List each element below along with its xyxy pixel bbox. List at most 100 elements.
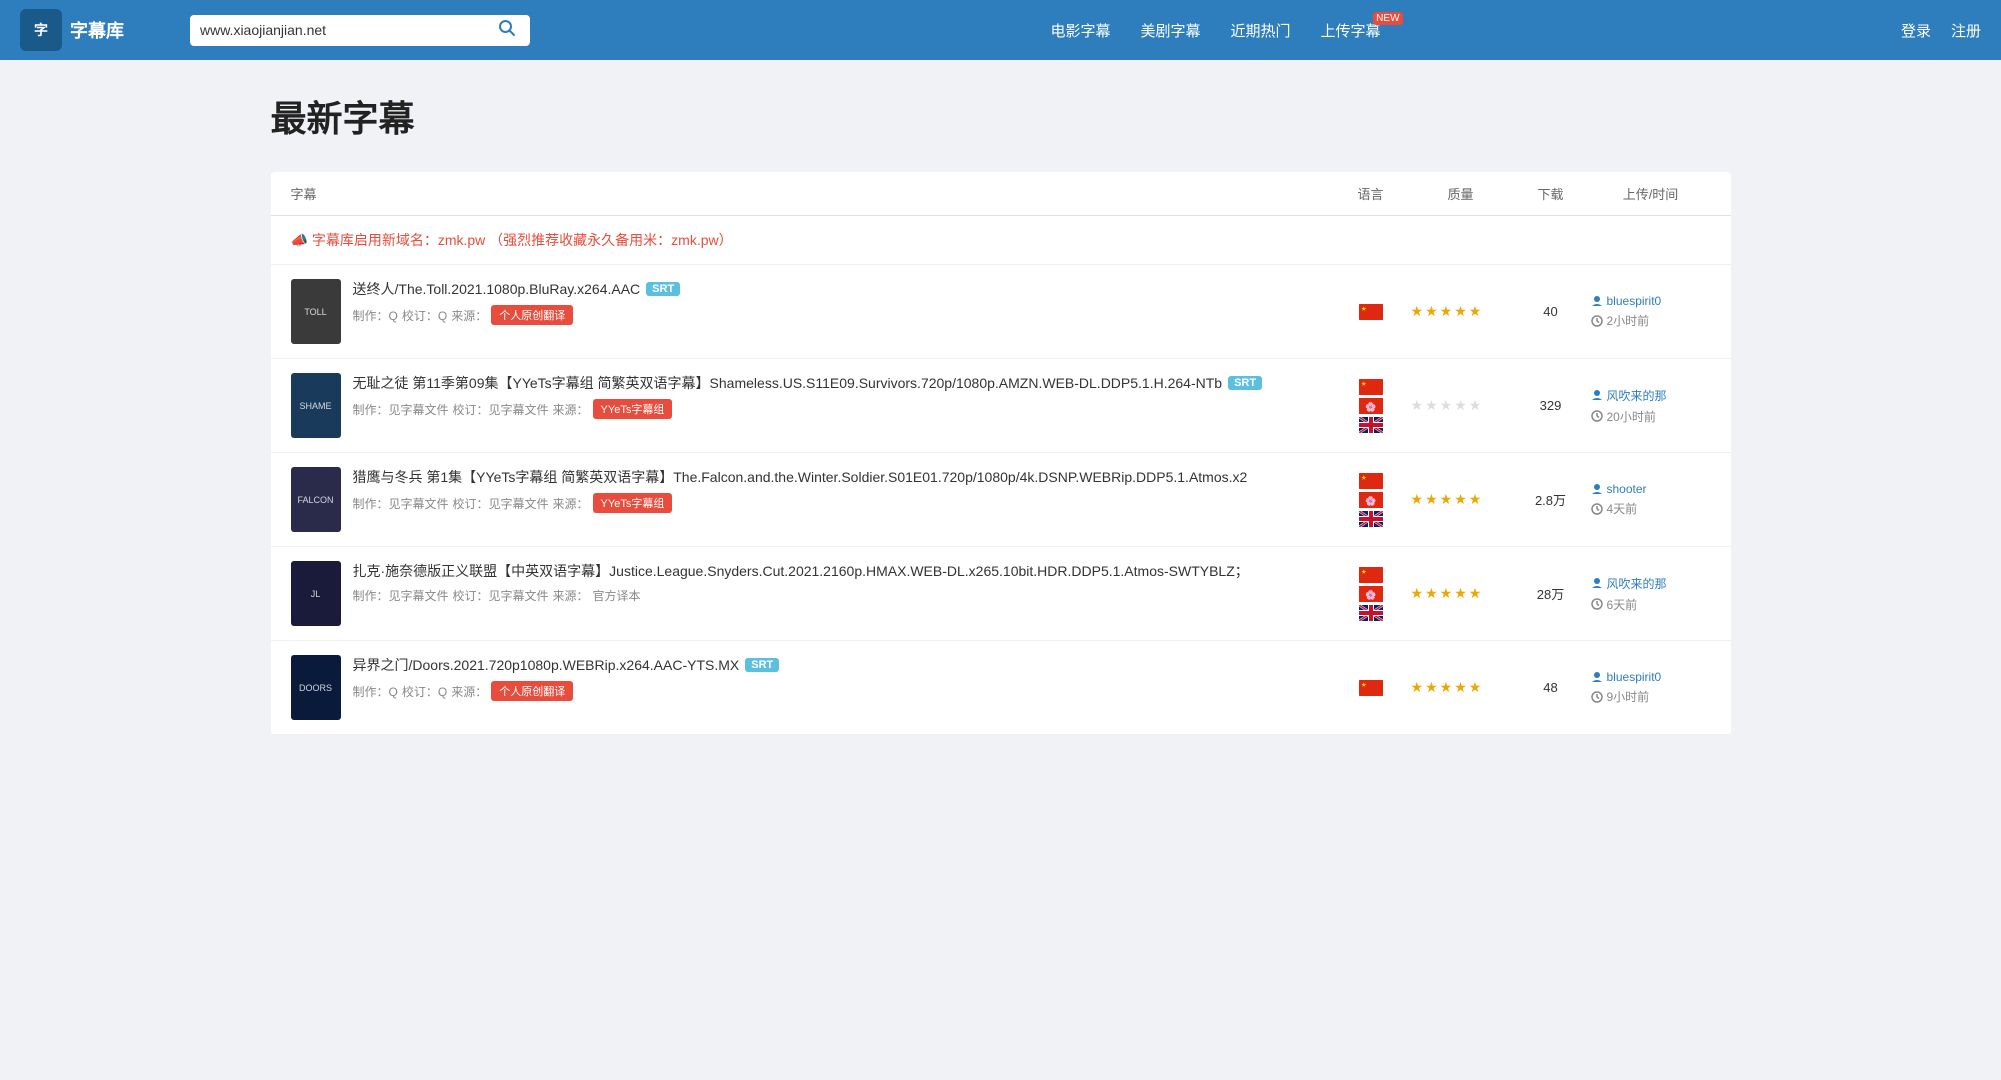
subtitle-info: TOLL 送终人/The.Toll.2021.1080p.BluRay.x264… — [291, 279, 1331, 344]
search-button[interactable] — [494, 19, 520, 42]
logo-icon: 字 — [20, 9, 62, 51]
upload-time: 20小时前 — [1591, 408, 1711, 425]
srt-badge: SRT — [1228, 376, 1262, 390]
flags-col — [1331, 304, 1411, 320]
uploader-name: 风吹来的那 — [1591, 575, 1711, 592]
uploader-col: 风吹来的那 20小时前 — [1591, 387, 1711, 425]
flag-cn — [1359, 680, 1383, 696]
table-row[interactable]: JL 扎克·施奈德版正义联盟【中英双语字幕】Justice.League.Sny… — [271, 547, 1731, 641]
source-label: 官方译本 — [593, 587, 641, 604]
table-row[interactable]: FALCON 猎鹰与冬兵 第1集【YYeTs字幕组 简繁英双语字幕】The.Fa… — [271, 453, 1731, 547]
auth-links: 登录 注册 — [1901, 20, 1981, 41]
page-title: 最新字幕 — [271, 90, 1731, 142]
flag-uk — [1359, 511, 1383, 527]
subtitle-meta: 制作：见字幕文件 校订：见字幕文件 来源： YYeTs字幕组 — [353, 399, 1263, 419]
col-language: 语言 — [1331, 184, 1411, 203]
subtitle-title-area: 扎克·施奈德版正义联盟【中英双语字幕】Justice.League.Snyder… — [353, 561, 1249, 604]
uploader-col: bluespirit0 2小时前 — [1591, 294, 1711, 329]
quality-stars: ★★★★★ — [1411, 303, 1511, 320]
quality-stars: ★★★★★ — [1411, 679, 1511, 696]
subtitle-meta: 制作：见字幕文件 校订：见字幕文件 来源： 官方译本 — [353, 587, 1249, 604]
subtitle-table: 字幕 语言 质量 下载 上传/时间 📣 字幕库启用新域名：zmk.pw （强烈推… — [271, 172, 1731, 735]
col-downloads: 下载 — [1511, 184, 1591, 203]
uploader-name: 风吹来的那 — [1591, 387, 1711, 404]
uploader-name: bluespirit0 — [1591, 670, 1711, 684]
flag-cn — [1359, 567, 1383, 583]
subtitle-info: FALCON 猎鹰与冬兵 第1集【YYeTs字幕组 简繁英双语字幕】The.Fa… — [291, 467, 1331, 532]
svg-text:字: 字 — [34, 22, 48, 38]
subtitle-title-area: 无耻之徒 第11季第09集【YYeTs字幕组 简繁英双语字幕】Shameless… — [353, 373, 1263, 419]
nav-hot[interactable]: 近期热门 — [1230, 20, 1290, 41]
login-link[interactable]: 登录 — [1901, 20, 1931, 41]
flag-cn — [1359, 473, 1383, 489]
movie-thumb: SHAME — [291, 373, 341, 438]
subtitle-meta: 制作：Q 校订：Q 来源： 个人原创翻译 — [353, 681, 780, 701]
uploader-col: bluespirit0 9小时前 — [1591, 670, 1711, 705]
download-count: 329 — [1511, 398, 1591, 413]
col-upload-time: 上传/时间 — [1591, 184, 1711, 203]
search-bar — [190, 15, 530, 46]
movie-thumb: DOORS — [291, 655, 341, 720]
nav-upload[interactable]: 上传字幕 NEW — [1321, 20, 1381, 41]
table-row[interactable]: TOLL 送终人/The.Toll.2021.1080p.BluRay.x264… — [271, 265, 1731, 359]
quality-stars: ★★★★★ — [1411, 491, 1511, 508]
flag-hk: 🌸 — [1359, 586, 1383, 602]
subtitle-rows-container: TOLL 送终人/The.Toll.2021.1080p.BluRay.x264… — [271, 265, 1731, 735]
download-count: 2.8万 — [1511, 490, 1591, 509]
table-row[interactable]: DOORS 异界之门/Doors.2021.720p1080p.WEBRip.x… — [271, 641, 1731, 735]
col-quality: 质量 — [1411, 184, 1511, 203]
table-header: 字幕 语言 质量 下载 上传/时间 — [271, 172, 1731, 216]
quality-stars: ★★★★★ — [1411, 585, 1511, 602]
source-badge: YYeTs字幕组 — [593, 493, 673, 513]
subtitle-info: JL 扎克·施奈德版正义联盟【中英双语字幕】Justice.League.Sny… — [291, 561, 1331, 626]
uploader-name: bluespirit0 — [1591, 294, 1711, 308]
subtitle-info: SHAME 无耻之徒 第11季第09集【YYeTs字幕组 简繁英双语字幕】Sha… — [291, 373, 1331, 438]
download-count: 40 — [1511, 304, 1591, 319]
subtitle-meta: 制作：见字幕文件 校订：见字幕文件 来源： YYeTs字幕组 — [353, 493, 1248, 513]
subtitle-info: DOORS 异界之门/Doors.2021.720p1080p.WEBRip.x… — [291, 655, 1331, 720]
new-badge: NEW — [1373, 12, 1402, 25]
subtitle-title-area: 猎鹰与冬兵 第1集【YYeTs字幕组 简繁英双语字幕】The.Falcon.an… — [353, 467, 1248, 513]
logo-area: 字 字幕库 — [20, 9, 170, 51]
uploader-name: shooter — [1591, 482, 1711, 496]
nav-tv[interactable]: 美剧字幕 — [1140, 20, 1200, 41]
upload-time: 4天前 — [1591, 500, 1711, 517]
flag-uk — [1359, 417, 1383, 433]
main-content: 最新字幕 字幕 语言 质量 下载 上传/时间 📣 字幕库启用新域名：zmk.pw… — [251, 60, 1751, 765]
subtitle-title-area: 送终人/The.Toll.2021.1080p.BluRay.x264.AAC … — [353, 279, 681, 325]
search-input[interactable] — [200, 22, 494, 38]
upload-time: 2小时前 — [1591, 312, 1711, 329]
flags-col: 🌸 — [1331, 379, 1411, 433]
source-badge: YYeTs字幕组 — [593, 399, 673, 419]
nav-movies[interactable]: 电影字幕 — [1050, 20, 1110, 41]
flag-cn — [1359, 379, 1383, 395]
flag-uk — [1359, 605, 1383, 621]
flags-col: 🌸 — [1331, 567, 1411, 621]
announcement-text: 📣 字幕库启用新域名：zmk.pw （强烈推荐收藏永久备用米：zmk.pw） — [291, 230, 733, 250]
flag-hk: 🌸 — [1359, 398, 1383, 414]
subtitle-title[interactable]: 扎克·施奈德版正义联盟【中英双语字幕】Justice.League.Snyder… — [353, 561, 1249, 581]
svg-text:🌸: 🌸 — [1365, 401, 1376, 412]
uploader-col: shooter 4天前 — [1591, 482, 1711, 517]
source-badge: 个人原创翻译 — [491, 305, 573, 325]
table-row[interactable]: SHAME 无耻之徒 第11季第09集【YYeTs字幕组 简繁英双语字幕】Sha… — [271, 359, 1731, 453]
upload-time: 6天前 — [1591, 596, 1711, 613]
flag-hk: 🌸 — [1359, 492, 1383, 508]
source-badge: 个人原创翻译 — [491, 681, 573, 701]
register-link[interactable]: 注册 — [1951, 20, 1981, 41]
subtitle-title-area: 异界之门/Doors.2021.720p1080p.WEBRip.x264.AA… — [353, 655, 780, 701]
uploader-col: 风吹来的那 6天前 — [1591, 575, 1711, 613]
subtitle-title[interactable]: 无耻之徒 第11季第09集【YYeTs字幕组 简繁英双语字幕】Shameless… — [353, 373, 1263, 393]
movie-thumb: FALCON — [291, 467, 341, 532]
announcement-row: 📣 字幕库启用新域名：zmk.pw （强烈推荐收藏永久备用米：zmk.pw） — [271, 216, 1731, 265]
logo-text: 字幕库 — [70, 17, 124, 43]
download-count: 28万 — [1511, 584, 1591, 603]
header: 字 字幕库 电影字幕 美剧字幕 近期热门 上传字幕 NEW 登录 注册 — [0, 0, 2001, 60]
quality-stars: ★★★★★ — [1411, 397, 1511, 414]
svg-text:🌸: 🌸 — [1365, 495, 1376, 506]
flags-col — [1331, 680, 1411, 696]
flags-col: 🌸 — [1331, 473, 1411, 527]
subtitle-title[interactable]: 异界之门/Doors.2021.720p1080p.WEBRip.x264.AA… — [353, 655, 780, 675]
subtitle-title[interactable]: 送终人/The.Toll.2021.1080p.BluRay.x264.AAC … — [353, 279, 681, 299]
subtitle-title[interactable]: 猎鹰与冬兵 第1集【YYeTs字幕组 简繁英双语字幕】The.Falcon.an… — [353, 467, 1248, 487]
